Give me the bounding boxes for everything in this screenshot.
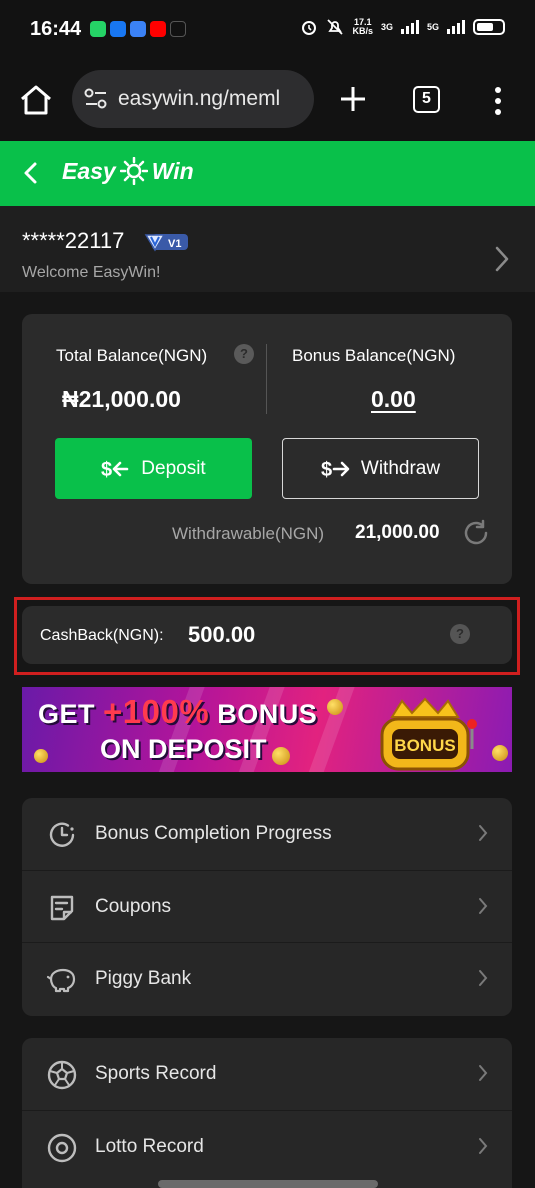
menu-group-records: Sports Record Lotto Record bbox=[22, 1038, 512, 1188]
easywin-logo: Easy Win bbox=[62, 157, 194, 185]
menu-label: Piggy Bank bbox=[95, 968, 192, 989]
logo-text-left: Easy bbox=[62, 157, 116, 184]
soccer-ball-icon bbox=[47, 1060, 77, 1090]
menu-label: Bonus Completion Progress bbox=[95, 823, 332, 844]
signal-icon-2 bbox=[447, 20, 465, 34]
browser-toolbar: easywin.ng/meml 5 bbox=[0, 60, 535, 141]
banner-subline: ON DEPOSIT bbox=[100, 734, 267, 764]
banner-word-get: GET bbox=[38, 699, 96, 729]
menu-label: Sports Record bbox=[95, 1063, 217, 1084]
app-header: Easy Win bbox=[0, 141, 535, 206]
balance-card: Total Balance(NGN) ? ₦21,000.00 Bonus Ba… bbox=[22, 314, 512, 584]
menu-item-coupons[interactable]: Coupons bbox=[22, 871, 512, 943]
system-icons: 17.1 KB/s 3G 5G bbox=[300, 18, 505, 36]
total-balance-label: Total Balance(NGN) bbox=[56, 346, 208, 365]
chevron-right-icon bbox=[479, 1137, 488, 1154]
tab-switcher-button[interactable]: 5 bbox=[413, 86, 440, 113]
svg-text:$: $ bbox=[321, 459, 332, 481]
menu-label: Coupons bbox=[95, 895, 172, 917]
new-tab-icon[interactable] bbox=[336, 82, 370, 116]
status-time: 16:44 bbox=[30, 18, 82, 40]
site-settings-icon[interactable] bbox=[84, 88, 108, 110]
menu-item-sports-record[interactable]: Sports Record bbox=[22, 1038, 512, 1111]
banner-headline: GET +100% BONUS bbox=[38, 693, 317, 731]
url-bar[interactable]: easywin.ng/meml bbox=[72, 70, 314, 128]
vip-badge-icon: V1 bbox=[144, 234, 188, 252]
cashback-row: CashBack(NGN): 500.00 ? bbox=[22, 606, 512, 664]
banner-word-bonus: BONUS bbox=[217, 699, 318, 729]
gesture-home-indicator[interactable] bbox=[158, 1180, 378, 1188]
balance-divider bbox=[266, 344, 267, 414]
cashback-help-icon[interactable]: ? bbox=[450, 624, 470, 644]
banner-percent: +100% bbox=[103, 693, 210, 730]
deposit-label: Deposit bbox=[141, 457, 206, 479]
profile-row[interactable]: *****22117 V1 Welcome EasyWin! bbox=[0, 206, 535, 292]
clock-progress-icon bbox=[49, 822, 75, 847]
vip-level: V1 bbox=[168, 238, 181, 250]
facebook-icon bbox=[110, 21, 126, 37]
machine-bonus-text: BONUS bbox=[394, 736, 455, 755]
chevron-right-icon bbox=[479, 825, 488, 841]
chevron-right-icon bbox=[479, 1065, 488, 1081]
menu-item-bonus-completion[interactable]: Bonus Completion Progress bbox=[22, 798, 512, 871]
notification-icons bbox=[90, 21, 186, 37]
tiktok-icon bbox=[170, 21, 186, 37]
url-text[interactable]: easywin.ng/meml bbox=[118, 87, 306, 111]
mute-icon bbox=[327, 19, 344, 35]
bonus-balance-value[interactable]: 0.00 bbox=[371, 386, 416, 413]
network-3g: 3G bbox=[380, 22, 393, 32]
logo-sun-icon bbox=[119, 157, 148, 185]
lotto-ball-icon bbox=[47, 1133, 77, 1162]
help-icon[interactable]: ? bbox=[234, 344, 254, 364]
menu-item-lotto-record[interactable]: Lotto Record bbox=[22, 1111, 512, 1184]
piggy-bank-icon bbox=[46, 968, 76, 993]
bonus-slot-machine-icon: BONUS bbox=[380, 697, 477, 771]
battery-icon bbox=[473, 19, 505, 35]
deposit-bonus-banner[interactable]: GET +100% BONUS ON DEPOSIT BONUS bbox=[22, 687, 512, 772]
bonus-balance-label: Bonus Balance(NGN) bbox=[292, 346, 456, 365]
signal-icon bbox=[400, 20, 419, 34]
coin-icon bbox=[327, 699, 343, 715]
deposit-button[interactable]: $ Deposit bbox=[55, 438, 252, 499]
username: *****22117 bbox=[22, 228, 125, 253]
cashback-value: 500.00 bbox=[188, 622, 256, 647]
refresh-icon[interactable] bbox=[462, 519, 490, 547]
chevron-right-icon bbox=[479, 970, 488, 986]
deposit-icon: $ bbox=[101, 459, 129, 481]
logo-text-right: Win bbox=[151, 157, 194, 184]
net-speed-unit: KB/s bbox=[352, 26, 373, 36]
withdraw-icon: $ bbox=[321, 459, 350, 481]
network-5g: 5G bbox=[426, 22, 439, 32]
coin-icon bbox=[34, 749, 48, 763]
withdrawable-label: Withdrawable(NGN) bbox=[172, 524, 325, 543]
total-balance-value: ₦21,000.00 bbox=[62, 386, 181, 412]
coin-icon bbox=[272, 747, 290, 765]
cashback-label: CashBack(NGN): bbox=[40, 627, 164, 644]
withdraw-label: Withdraw bbox=[360, 457, 441, 479]
coin-icon bbox=[492, 745, 508, 761]
whatsapp-icon bbox=[90, 21, 106, 37]
svg-text:$: $ bbox=[101, 459, 112, 481]
welcome-text: Welcome EasyWin! bbox=[22, 264, 161, 281]
more-options-icon[interactable] bbox=[490, 84, 506, 118]
back-arrow-icon[interactable] bbox=[18, 160, 44, 186]
status-bar: 16:44 17.1 KB/s 3G 5G bbox=[0, 0, 535, 60]
alarm-icon bbox=[302, 21, 317, 35]
messenger-icon bbox=[130, 21, 146, 37]
coupon-icon bbox=[50, 895, 74, 920]
withdrawable-value: 21,000.00 bbox=[355, 522, 440, 543]
home-icon[interactable] bbox=[18, 82, 54, 118]
youtube-icon bbox=[150, 21, 166, 37]
net-speed: 17.1 KB/s bbox=[352, 18, 373, 36]
chevron-right-icon bbox=[479, 897, 488, 914]
menu-group-account: Bonus Completion Progress Coupons Piggy … bbox=[22, 798, 512, 1016]
menu-item-piggy-bank[interactable]: Piggy Bank bbox=[22, 943, 512, 1016]
menu-label: Lotto Record bbox=[95, 1135, 204, 1157]
withdraw-button[interactable]: $ Withdraw bbox=[282, 438, 479, 499]
chevron-right-icon[interactable] bbox=[493, 244, 511, 274]
